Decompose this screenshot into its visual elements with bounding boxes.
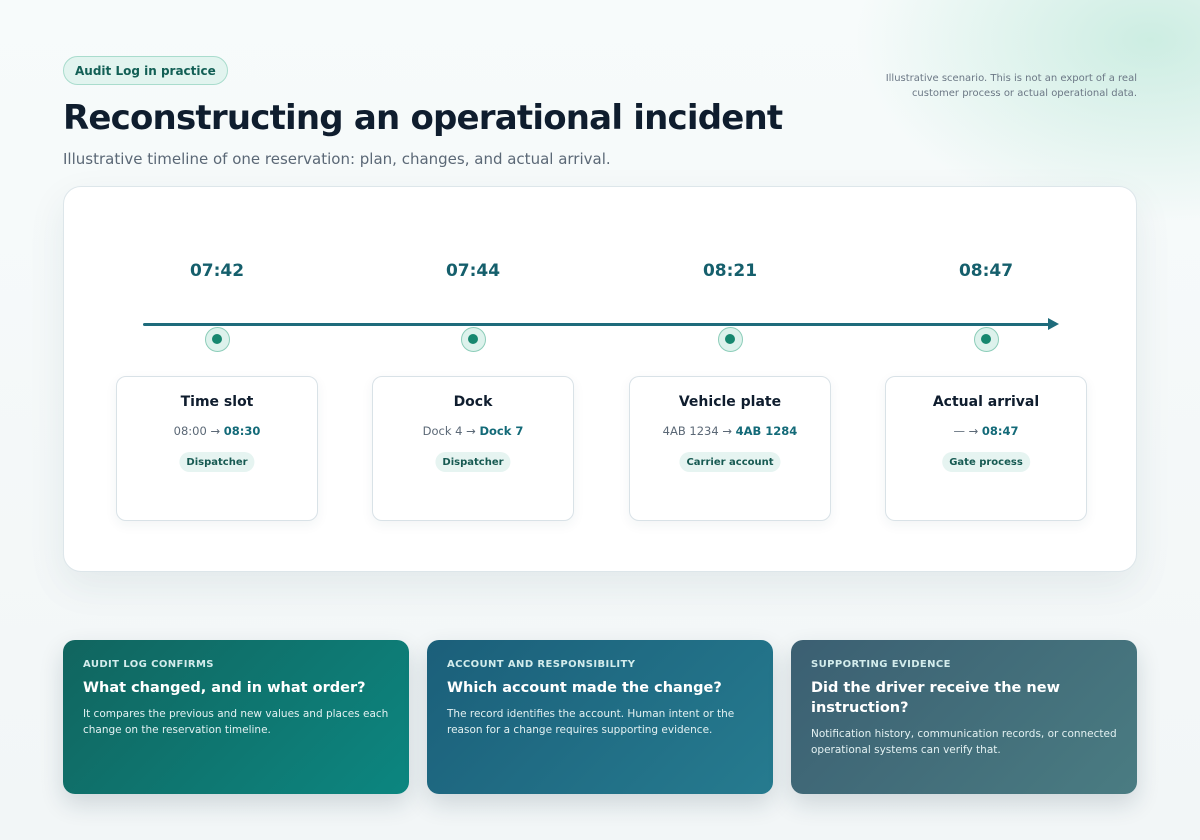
page-title: Reconstructing an operational incident xyxy=(63,98,783,138)
old-value: — xyxy=(953,424,965,438)
event-change: 08:00 → 08:30 xyxy=(117,424,317,438)
arrow-icon: → xyxy=(210,424,221,438)
new-value: 08:47 xyxy=(981,424,1019,438)
old-value: Dock 4 xyxy=(422,424,463,438)
new-value: 08:30 xyxy=(223,424,261,438)
event-card: Actual arrival — → 08:47 Gate process xyxy=(885,376,1087,521)
info-card-question: Did the driver receive the new instructi… xyxy=(811,680,1060,716)
new-value: Dock 7 xyxy=(479,424,524,438)
event-label: Time slot xyxy=(180,394,254,410)
timeline-panel: 07:42 Time slot 08:00 → 08:30 Dispatcher… xyxy=(63,186,1137,572)
event-card: Vehicle plate 4AB 1234 → 4AB 1284 Carrie… xyxy=(629,376,831,521)
event-time: 08:47 xyxy=(958,261,1014,281)
event-change: Dock 4 → Dock 7 xyxy=(373,424,573,438)
actor-badge: Carrier account xyxy=(679,452,781,472)
timeline-marker-icon xyxy=(461,327,486,352)
info-card-body: Notification history, communication reco… xyxy=(811,728,1117,756)
event-label: Actual arrival xyxy=(932,394,1040,410)
event-time: 08:21 xyxy=(702,261,758,281)
info-card-body: The record identifies the account. Human… xyxy=(447,708,735,736)
timeline-marker-icon xyxy=(205,327,230,352)
old-value: 4AB 1234 xyxy=(662,424,719,438)
timeline-marker-icon xyxy=(974,327,999,352)
new-value: 4AB 1284 xyxy=(735,424,798,438)
event-change: — → 08:47 xyxy=(886,424,1086,438)
info-card-evidence: SUPPORTING EVIDENCE Did the driver recei… xyxy=(791,640,1137,794)
event-label: Dock xyxy=(453,394,493,410)
event-time: 07:44 xyxy=(445,261,501,281)
actor-badge: Dispatcher xyxy=(435,452,511,472)
event-change: 4AB 1234 → 4AB 1284 xyxy=(630,424,830,438)
event-card: Time slot 08:00 → 08:30 Dispatcher xyxy=(116,376,318,521)
page-subtitle: Illustrative timeline of one reservation… xyxy=(63,150,611,168)
timeline-event-time-slot: 07:42 Time slot 08:00 → 08:30 Dispatcher xyxy=(116,187,318,571)
actor-badge: Gate process xyxy=(942,452,1030,472)
actor-badge: Dispatcher xyxy=(179,452,255,472)
info-card-body: It compares the previous and new values … xyxy=(83,708,389,736)
timeline-event-vehicle-plate: 08:21 Vehicle plate 4AB 1234 → 4AB 1284 … xyxy=(629,187,831,571)
old-value: 08:00 xyxy=(173,424,207,438)
timeline-marker-icon xyxy=(718,327,743,352)
disclaimer-note: Illustrative scenario. This is not an ex… xyxy=(885,73,1137,99)
arrow-icon: → xyxy=(968,424,979,438)
info-card-audit-log: AUDIT LOG CONFIRMS What changed, and in … xyxy=(63,640,409,794)
event-card: Dock Dock 4 → Dock 7 Dispatcher xyxy=(372,376,574,521)
arrow-icon: → xyxy=(466,424,476,438)
info-card-kicker: AUDIT LOG CONFIRMS xyxy=(83,659,214,670)
event-label: Vehicle plate xyxy=(678,394,782,410)
arrow-icon: → xyxy=(722,424,732,438)
timeline-event-dock: 07:44 Dock Dock 4 → Dock 7 Dispatcher xyxy=(372,187,574,571)
info-card-account: ACCOUNT AND RESPONSIBILITY Which account… xyxy=(427,640,773,794)
info-card-kicker: ACCOUNT AND RESPONSIBILITY xyxy=(447,659,636,670)
info-card-kicker: SUPPORTING EVIDENCE xyxy=(811,659,951,670)
section-badge-label: Audit Log in practice xyxy=(75,63,216,78)
info-card-question: What changed, and in what order? xyxy=(83,680,366,696)
section-badge: Audit Log in practice xyxy=(63,56,228,85)
event-time: 07:42 xyxy=(189,261,245,281)
info-card-question: Which account made the change? xyxy=(447,680,722,696)
timeline-event-actual-arrival: 08:47 Actual arrival — → 08:47 Gate proc… xyxy=(885,187,1087,571)
